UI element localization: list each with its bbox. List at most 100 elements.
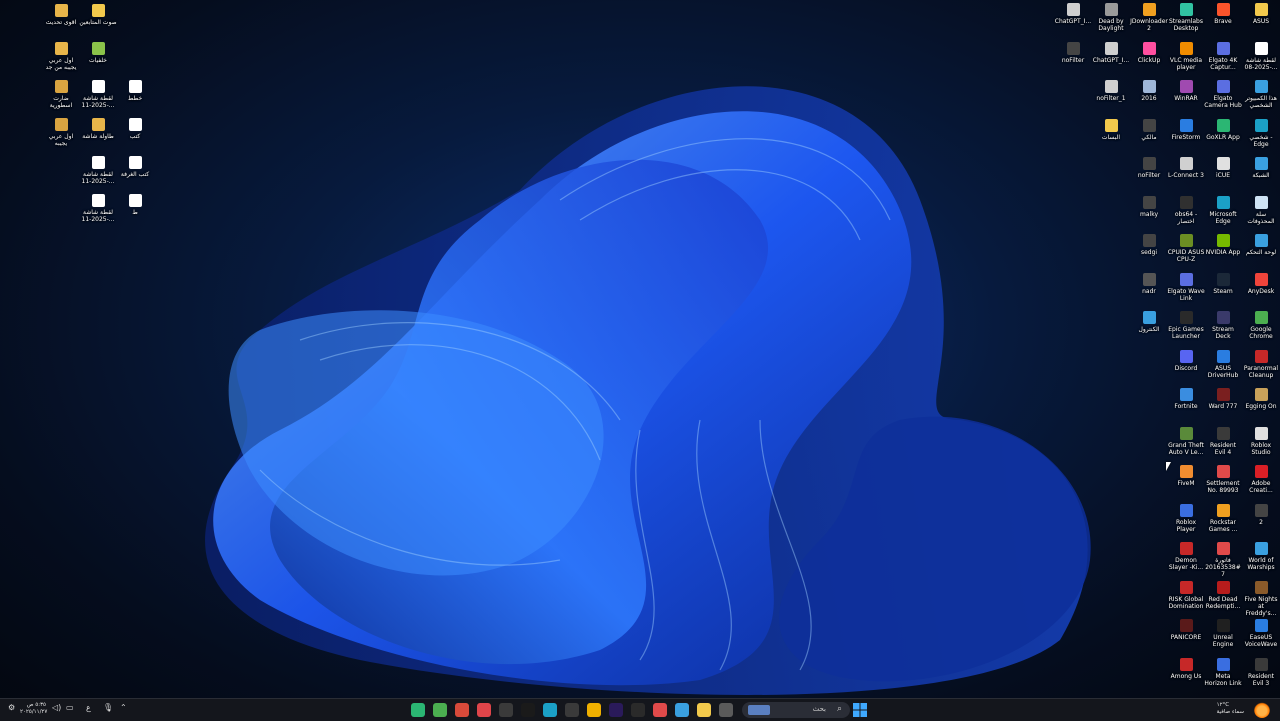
volume-icon[interactable]: ◁) [52,703,61,712]
microphone-icon[interactable]: 🎙 [103,703,113,712]
settings-icon[interactable] [565,703,579,717]
chrome-red-icon[interactable] [477,703,491,717]
app-green-icon[interactable] [411,703,425,717]
desktop-shortcut[interactable]: NVIDIA App [1204,234,1242,256]
desktop-shortcut[interactable]: Resident Evil 4 [1204,426,1242,456]
desktop-shortcut[interactable]: ClickUp [1130,41,1168,64]
desktop-shortcut[interactable]: Microsoft Edge [1204,195,1242,225]
desktop-shortcut[interactable]: iCUE [1204,157,1242,179]
desktop-shortcut[interactable]: ضارت اسطورية [42,80,80,109]
desktop-shortcut[interactable]: noFilter [1054,41,1092,64]
desktop-shortcut[interactable]: ASUS DriverHub [1204,349,1242,379]
desktop-shortcut[interactable]: لقطة شاشة 2025-11-... [79,156,117,185]
desktop-shortcut[interactable]: لقطة شاشة 2025-08-... [1242,41,1280,71]
language-indicator[interactable]: ع [86,703,91,712]
chrome-icon[interactable] [587,703,601,717]
desktop-shortcut[interactable]: خلفيات [79,42,117,64]
desktop-shortcut[interactable]: فاتورة #201635387 [1204,542,1242,578]
desktop-shortcut[interactable]: Demon Slayer -Ki... [1167,542,1205,571]
desktop-shortcut[interactable]: PANICORE [1167,619,1205,641]
chrome-icon[interactable] [433,703,447,717]
desktop-shortcut[interactable]: طاولة شاشة [79,118,117,140]
show-hidden-icons-chevron-icon[interactable]: ⌃ [120,703,127,712]
desktop-shortcut[interactable]: Unreal Engine [1204,619,1242,648]
desktop-shortcut[interactable]: obs64 - اختصار [1167,195,1205,225]
desktop-shortcut[interactable]: ChatGPT_I... [1054,3,1092,25]
desktop-shortcut[interactable]: اقوى تحديث [42,4,80,26]
desktop-shortcut[interactable]: الشبكة [1242,157,1280,179]
desktop-shortcut[interactable]: GoXLR App [1204,118,1242,141]
desktop-shortcut[interactable]: VLC media player [1167,41,1205,71]
desktop-shortcut[interactable]: هذا الكمبيوتر الشخصي [1242,80,1280,109]
desktop-shortcut[interactable]: CPUID ASUS CPU-Z [1167,234,1205,263]
desktop-shortcut[interactable]: Grand Theft Auto V Le... [1167,426,1205,456]
desktop-shortcut[interactable]: شخصي - Edge [1242,118,1280,148]
desktop-shortcut[interactable]: كتب [116,118,154,140]
desktop-shortcut[interactable]: Resident Evil 3 [1242,657,1280,687]
desktop-shortcut[interactable]: AnyDesk [1242,272,1280,295]
desktop-shortcut[interactable]: Elgato 4K Captur... [1204,41,1242,71]
desktop-shortcut[interactable]: ChatGPT_I... [1092,41,1130,64]
desktop-shortcut[interactable]: Brave [1204,3,1242,25]
desktop-shortcut[interactable]: لوحة التحكم [1242,234,1280,256]
chrome-red-icon[interactable] [455,703,469,717]
desktop-shortcut[interactable]: 2 [1242,503,1280,526]
desktop-shortcut[interactable]: Rockstar Games ... [1204,503,1242,533]
desktop-shortcut[interactable]: L-Connect 3 [1167,157,1205,179]
desktop-shortcut[interactable]: Meta Horizon Link [1204,657,1242,687]
desktop-shortcut[interactable]: Red Dead Redempti... [1204,580,1242,610]
desktop-shortcut[interactable]: Elgato Camera Hub [1204,80,1242,109]
photos-icon[interactable] [675,703,689,717]
desktop-shortcut[interactable]: noFilter [1130,157,1168,179]
desktop-shortcut[interactable]: Adobe Creati... [1242,465,1280,494]
desktop-shortcut[interactable]: Ward 777 [1204,388,1242,410]
desktop-shortcut[interactable]: Elgato Wave Link [1167,272,1205,302]
capcut-icon[interactable] [521,703,535,717]
desktop-shortcut[interactable]: Discord [1167,349,1205,372]
notifications-icon[interactable]: ⚙ [8,703,15,712]
desktop-shortcut[interactable]: Fortnite [1167,388,1205,410]
desktop-shortcut[interactable]: Settlement No. 89993 [1204,465,1242,494]
desktop-shortcut[interactable]: كتب الغرفة [116,156,154,178]
desktop-shortcut[interactable]: 2016 [1130,80,1168,102]
desktop-shortcut[interactable]: Among Us [1167,657,1205,680]
weather-widget[interactable]: ١٢°C سماء صافية [1217,702,1244,716]
app-red-icon[interactable] [653,703,667,717]
desktop-shortcut[interactable]: malky [1130,195,1168,218]
desktop-shortcut[interactable]: Roblox Studio [1242,426,1280,456]
taskbar-search-box[interactable]: بحث ⌕ [742,702,850,718]
desktop-shortcut[interactable]: World of Warships [1242,542,1280,571]
desktop-shortcut[interactable]: sedgi [1130,234,1168,256]
desktop-shortcut[interactable]: سلة المحذوفات [1242,195,1280,225]
desktop-shortcut[interactable]: لقطة شاشة 2025-11-... [79,80,117,109]
desktop-shortcut[interactable]: Dead by Daylight [1092,3,1130,32]
desktop-shortcut[interactable]: خطط [116,80,154,102]
desktop-shortcut[interactable]: JDownloader 2 [1130,3,1168,32]
desktop-shortcut[interactable]: الكنترول [1130,311,1168,333]
desktop-shortcut[interactable]: اول عربي يجيبه [42,118,80,147]
desktop-shortcut[interactable]: EaseUS VoiceWave [1242,619,1280,648]
desktop-shortcut[interactable]: اول عربي يجيبه من جد [42,42,80,71]
desktop-shortcut[interactable]: nadr [1130,272,1168,295]
desktop-shortcut[interactable]: Google Chrome [1242,311,1280,340]
snip-icon[interactable] [719,703,733,717]
desktop-shortcut[interactable]: Egging On [1242,388,1280,410]
desktop-shortcut[interactable]: FiveM [1167,465,1205,487]
desktop-shortcut[interactable]: Stream Deck [1204,311,1242,340]
desktop-shortcut[interactable]: WinRAR [1167,80,1205,102]
close-icon[interactable] [499,703,513,717]
desktop-shortcut[interactable]: Epic Games Launcher [1167,311,1205,340]
desktop-shortcut[interactable]: Steam [1204,272,1242,295]
desktop-shortcut[interactable]: صوت المتابعين [79,4,117,26]
desktop-shortcut[interactable]: Five Nights at Freddy's... [1242,580,1280,617]
edge-icon[interactable] [543,703,557,717]
desktop-shortcut[interactable]: البسات [1092,118,1130,141]
desktop-shortcut[interactable]: FireStorm [1167,118,1205,141]
desktop-shortcut[interactable]: Paranormal Cleanup [1242,349,1280,379]
desktop-shortcut[interactable]: noFilter_1 [1092,80,1130,102]
desktop-shortcut[interactable]: Roblox Player [1167,503,1205,533]
desktop-shortcut[interactable]: RISK Global Domination [1167,580,1205,610]
desktop-shortcut[interactable]: Streamlabs Desktop [1167,3,1205,32]
calendar-icon[interactable] [631,703,645,717]
start-windows-icon[interactable] [852,702,868,718]
